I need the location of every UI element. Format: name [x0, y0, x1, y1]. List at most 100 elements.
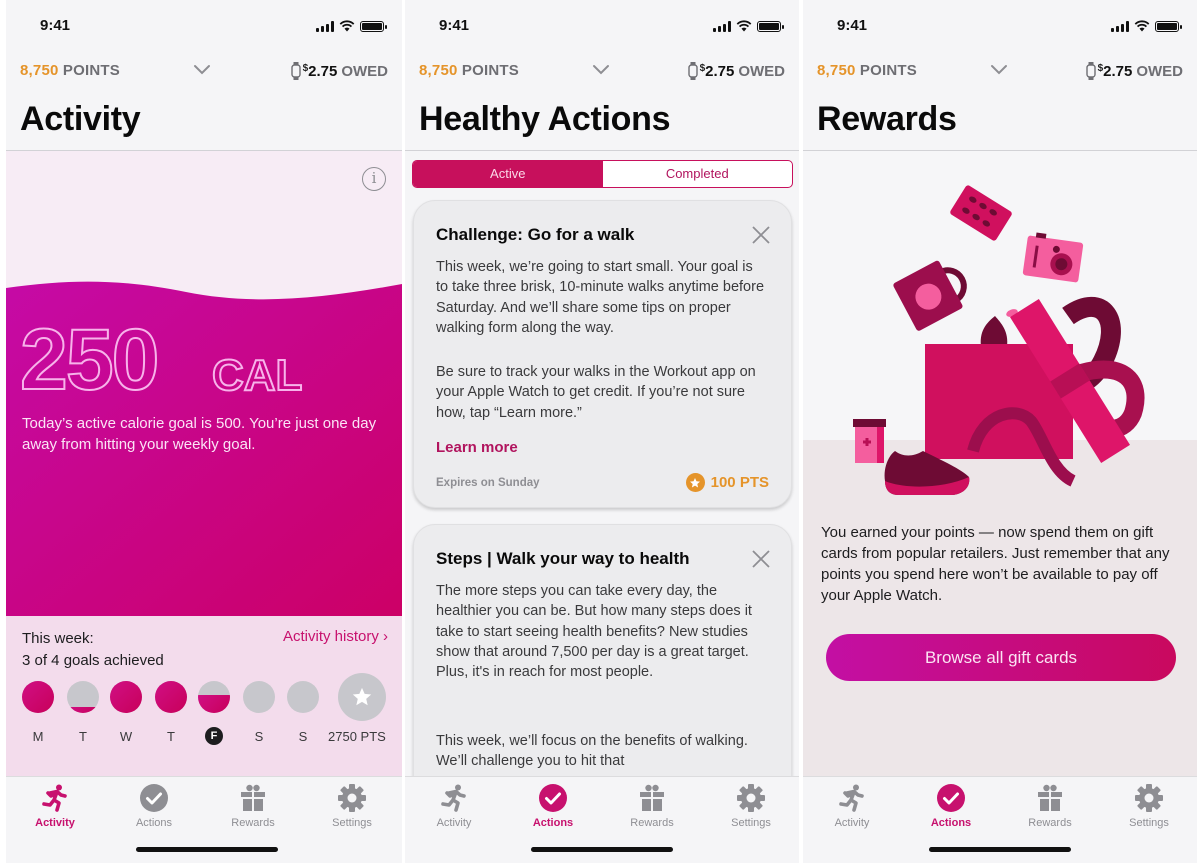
header-divider	[405, 150, 799, 151]
day-progress-fill	[67, 706, 99, 713]
tab-actions[interactable]: Actions	[114, 783, 194, 829]
pill-bottle-icon	[853, 419, 886, 463]
day-progress-fill	[22, 681, 54, 713]
gift-icon	[213, 783, 293, 813]
card-title: Challenge: Go for a walk	[436, 225, 635, 244]
home-indicator[interactable]	[531, 847, 673, 852]
tab-rewards[interactable]: Rewards	[213, 783, 293, 829]
points-balance[interactable]: 8,750 POINTS	[817, 62, 917, 79]
tab-label: Rewards	[630, 817, 674, 829]
tab-label: Activity	[35, 817, 75, 829]
segment-active[interactable]: Active	[413, 161, 603, 187]
day-label: S	[254, 729, 264, 744]
checkmark-circle-icon	[114, 783, 194, 813]
camera-icon	[1022, 232, 1084, 283]
tab-rewards[interactable]: Rewards	[612, 783, 692, 829]
action-card[interactable]: Steps | Walk your way to health The more…	[413, 524, 792, 804]
day-label: W	[119, 729, 133, 744]
points-balance[interactable]: 8,750 POINTS	[20, 62, 120, 79]
tab-actions[interactable]: Actions	[513, 783, 593, 829]
day-label: F	[205, 727, 223, 745]
info-icon[interactable]: i	[362, 167, 386, 191]
runner-icon	[414, 783, 494, 813]
day-progress-fill	[155, 681, 187, 713]
card-body: This week, we’re going to start small. Y…	[436, 259, 765, 336]
tab-activity[interactable]: Activity	[812, 783, 892, 829]
points-header[interactable]: 8,750 POINTS $2.75 OWED	[20, 62, 388, 82]
day-progress-ring	[198, 681, 230, 713]
chevron-down-icon[interactable]	[192, 60, 212, 80]
day-progress-fill	[198, 695, 230, 713]
wifi-icon	[1134, 20, 1150, 32]
status-time: 9:41	[40, 17, 71, 34]
tab-settings[interactable]: Settings	[312, 783, 392, 829]
day-progress: T	[67, 681, 99, 744]
tab-label: Rewards	[1028, 817, 1072, 829]
watch-owed-balance[interactable]: $2.75 OWED	[290, 62, 388, 80]
day-progress-ring	[22, 681, 54, 713]
activity-history-link[interactable]: Activity history ›	[283, 628, 388, 645]
segment-completed[interactable]: Completed	[603, 161, 793, 187]
day-progress: M	[22, 681, 54, 744]
points-header[interactable]: 8,750 POINTS $2.75 OWED	[817, 62, 1183, 82]
week-label: This week:	[22, 630, 94, 647]
gear-icon	[711, 783, 791, 813]
tab-label: Actions	[532, 817, 574, 829]
tab-settings[interactable]: Settings	[711, 783, 791, 829]
points-balance[interactable]: 8,750 POINTS	[419, 62, 519, 79]
points-header[interactable]: 8,750 POINTS $2.75 OWED	[419, 62, 785, 82]
home-indicator[interactable]	[929, 847, 1071, 852]
day-progress: S	[243, 681, 275, 744]
goals-summary: 3 of 4 goals achieved	[22, 652, 164, 669]
day-label: T	[167, 729, 175, 744]
chevron-down-icon[interactable]	[591, 60, 611, 80]
calorie-unit: CAL	[211, 350, 303, 401]
action-card[interactable]: Challenge: Go for a walk This week, we’r…	[413, 200, 792, 508]
weekly-reward-points: 2750 PTS	[328, 729, 386, 744]
watch-owed-balance[interactable]: $2.75 OWED	[687, 62, 785, 80]
status-bar: 9:41	[405, 17, 799, 37]
tab-label: Actions	[930, 817, 972, 829]
status-bar: 9:41	[803, 17, 1197, 37]
gear-icon	[312, 783, 392, 813]
battery-icon	[1155, 20, 1182, 32]
calorie-goal-description: Today’s active calorie goal is 500. You’…	[22, 415, 377, 453]
day-progress: T	[155, 681, 187, 744]
tab-activity[interactable]: Activity	[15, 783, 95, 829]
apple-watch-icon	[1085, 62, 1096, 80]
battery-icon	[757, 20, 784, 32]
tab-rewards[interactable]: Rewards	[1010, 783, 1090, 829]
coffee-bag-icon	[950, 185, 1012, 241]
day-progress-ring	[287, 681, 319, 713]
wifi-icon	[339, 20, 355, 32]
day-progress: W	[110, 681, 142, 744]
apple-watch-icon	[687, 62, 698, 80]
expiration-label: Expires on Sunday	[436, 477, 540, 489]
tab-activity[interactable]: Activity	[414, 783, 494, 829]
card-body: The more steps you can take every day, t…	[436, 583, 752, 681]
browse-gift-cards-button[interactable]: Browse all gift cards	[826, 634, 1176, 681]
tab-actions[interactable]: Actions	[911, 783, 991, 829]
chevron-down-icon[interactable]	[989, 60, 1009, 80]
weekly-reward-badge	[338, 673, 386, 721]
day-label: M	[32, 729, 44, 744]
tab-label: Activity	[834, 817, 870, 829]
status-time: 9:41	[837, 17, 868, 34]
star-icon	[352, 687, 372, 706]
tab-label: Settings	[332, 817, 372, 829]
tab-label: Settings	[1129, 817, 1169, 829]
tab-settings[interactable]: Settings	[1109, 783, 1189, 829]
tab-label: Settings	[731, 817, 771, 829]
segmented-control: Active Completed	[412, 160, 793, 188]
healthy-actions-screen: 9:41 8,750 POINTS $2.75 OWED Healthy Acti…	[405, 0, 799, 863]
close-icon[interactable]	[751, 225, 771, 245]
runner-icon	[15, 783, 95, 813]
card-body: Be sure to track your walks in the Worko…	[436, 364, 756, 421]
checkmark-circle-icon	[513, 783, 593, 813]
activity-screen: 9:41 8,750 POINTS $2.75OWED Activity i	[6, 0, 402, 863]
learn-more-link[interactable]: Learn more	[436, 439, 518, 456]
home-indicator[interactable]	[136, 847, 278, 852]
close-icon[interactable]	[751, 549, 771, 569]
watch-owed-balance[interactable]: $2.75 OWED	[1085, 62, 1183, 80]
battery-icon	[360, 20, 387, 32]
